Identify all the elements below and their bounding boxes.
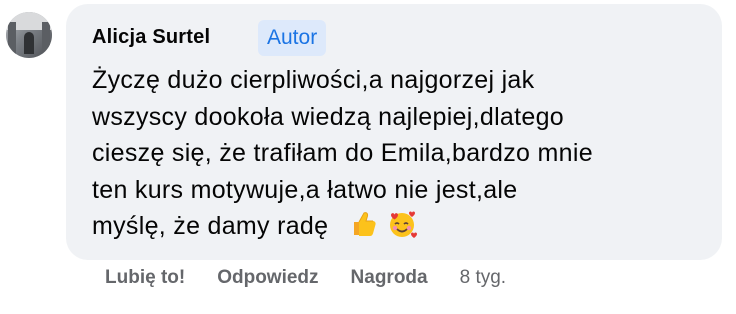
comment-line: wszyscy dookoła wiedzą najlepiej,dlatego xyxy=(92,102,564,131)
reply-button[interactable]: Odpowiedz xyxy=(217,267,318,289)
avatar-building-right xyxy=(42,22,50,58)
comment-line: ten kurs motywuje,a łatwo nie jest,ale xyxy=(92,175,518,204)
like-button[interactable]: Lubię to! xyxy=(105,267,185,289)
author-badge: Autor xyxy=(258,20,327,56)
comment-line-last: myślę, że damy radę xyxy=(92,208,702,245)
avatar-building-left xyxy=(8,22,16,58)
comment-author-name[interactable]: Alicja Surtel xyxy=(92,26,210,49)
comment-line: myślę, że damy radę xyxy=(92,212,329,240)
award-button[interactable]: Nagroda xyxy=(351,267,428,289)
avatar[interactable] xyxy=(6,12,52,58)
smiling-face-with-hearts-icon xyxy=(389,211,417,238)
comment-line: cieszę się, że trafiłam do Emila,bardzo … xyxy=(92,139,593,167)
comment-bubble: Alicja Surtel Autor Życzę dużo cierpliwo… xyxy=(66,4,722,260)
comment-actions: Lubię to! Odpowiedz Nagroda 8 tyg. xyxy=(105,267,506,289)
comment-line: Życzę dużo cierpliwości,a najgorzej jak xyxy=(92,66,535,94)
thumbs-up-icon xyxy=(353,212,376,236)
comment-timestamp[interactable]: 8 tyg. xyxy=(460,267,506,289)
comment-text: Życzę dużo cierpliwości,a najgorzej jak … xyxy=(92,62,702,245)
avatar-figure xyxy=(24,32,34,54)
